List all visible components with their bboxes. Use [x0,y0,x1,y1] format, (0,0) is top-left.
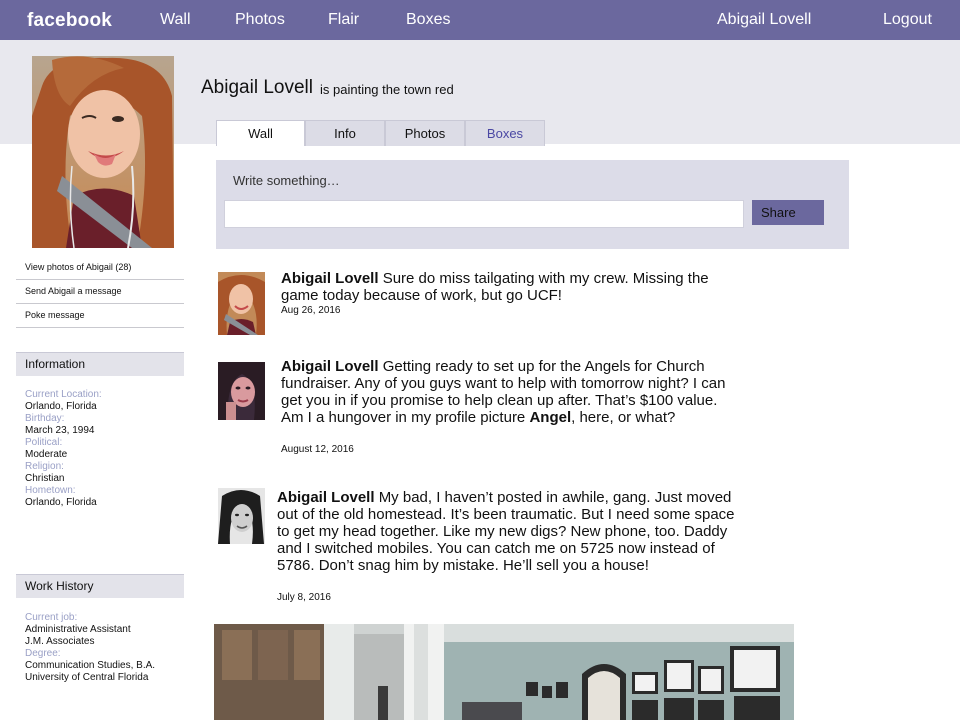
share-button[interactable]: Share [752,200,824,225]
post-date[interactable]: July 8, 2016 [277,592,331,603]
work-history-details: Current job: Administrative Assistant J.… [25,612,155,684]
post-author[interactable]: Abigail Lovell [281,358,379,375]
tab-boxes[interactable]: Boxes [465,120,545,146]
post-body: Abigail Lovell Sure do miss tailgating w… [281,270,721,304]
post-avatar[interactable] [218,272,265,335]
nav-photos[interactable]: Photos [235,11,285,29]
profile-actions: View photos of Abigail (28) Send Abigail… [16,256,184,328]
current-user-link[interactable]: Abigail Lovell [717,11,811,29]
hometown-label: Hometown: [25,485,76,496]
profile-status: is painting the town red [320,82,454,97]
hometown-value: Orlando, Florida [25,497,97,508]
work-history-heading: Work History [16,574,184,598]
post-body: Abigail Lovell My bad, I haven’t posted … [277,489,737,574]
current-job-company: J.M. Associates [25,636,95,647]
facebook-logo[interactable]: facebook [27,10,112,32]
degree-label: Degree: [25,648,61,659]
religion-value: Christian [25,473,65,484]
post-text-end: , here, or what? [571,409,676,426]
post-avatar[interactable] [218,488,265,544]
information-details: Current Location: Orlando, Florida Birth… [25,389,102,509]
post-date[interactable]: August 12, 2016 [281,444,354,455]
send-message-link[interactable]: Send Abigail a message [16,280,184,304]
religion-label: Religion: [25,461,64,472]
birthday-value: March 23, 1994 [25,425,95,436]
logout-link[interactable]: Logout [883,11,932,29]
post-author[interactable]: Abigail Lovell [281,270,379,287]
birthday-label: Birthday: [25,413,65,424]
information-heading: Information [16,352,184,376]
tab-photos[interactable]: Photos [385,120,465,146]
poke-link[interactable]: Poke message [16,304,184,328]
wall-composer: Write something… Share [216,160,849,249]
profile-tabs: Wall Info Photos Boxes [216,120,545,146]
nav-flair[interactable]: Flair [328,11,359,29]
degree-school: University of Central Florida [25,672,149,683]
post-avatar[interactable] [218,362,265,420]
profile-name: Abigail Lovell [201,77,313,98]
post-date[interactable]: Aug 26, 2016 [281,305,341,316]
post-body: Abigail Lovell Getting ready to set up f… [281,358,736,426]
degree-name: Communication Studies, B.A. [25,660,156,671]
location-label: Current Location: [25,389,102,400]
post-author[interactable]: Abigail Lovell [277,489,375,506]
current-job-title: Administrative Assistant [25,624,131,635]
nav-boxes[interactable]: Boxes [406,11,450,29]
post-photo[interactable] [214,624,794,720]
top-navigation-bar: facebook Wall Photos Flair Boxes Abigail… [0,0,960,40]
political-label: Political: [25,437,63,448]
post-bold-word: Angel [529,409,572,426]
location-value: Orlando, Florida [25,401,97,412]
nav-wall[interactable]: Wall [160,11,191,29]
profile-picture[interactable] [32,56,174,248]
tab-wall[interactable]: Wall [216,120,305,146]
view-photos-link[interactable]: View photos of Abigail (28) [16,256,184,280]
tab-info[interactable]: Info [305,120,385,146]
current-job-label: Current job: [25,612,78,623]
composer-prompt: Write something… [233,173,340,188]
political-value: Moderate [25,449,68,460]
wall-post-input[interactable] [224,200,744,228]
